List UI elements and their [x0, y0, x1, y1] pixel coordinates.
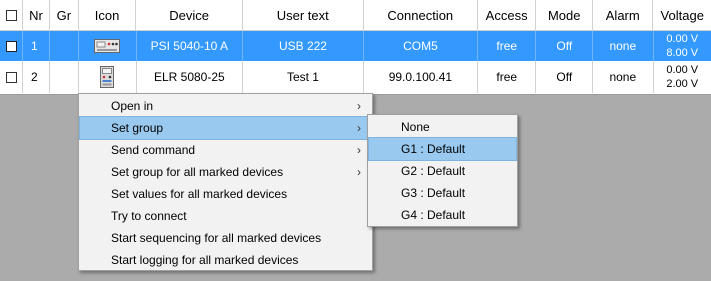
menu-item-set-values-all-marked[interactable]: Set values for all marked devices: [80, 183, 371, 205]
submenu-item-g1[interactable]: G1 : Default: [368, 137, 517, 161]
cell-alarm: none: [593, 61, 654, 93]
submenu-item-none[interactable]: None: [369, 116, 516, 138]
cell-device: PSI 5040-10 A: [137, 31, 244, 61]
cell-icon: [79, 31, 137, 61]
column-header-mode[interactable]: Mode: [536, 0, 594, 30]
menu-item-send-command[interactable]: Send command ›: [80, 139, 371, 161]
cell-gr: [50, 31, 80, 61]
column-header-user-text[interactable]: User text: [243, 0, 364, 30]
row-select-cell: [0, 31, 24, 61]
menu-item-label: Open in: [111, 99, 154, 113]
cell-nr: 1: [23, 31, 51, 61]
cell-gr: [50, 61, 80, 93]
menu-item-label: Try to connect: [111, 209, 187, 223]
cell-device: ELR 5080-25: [137, 61, 244, 93]
column-header-connection[interactable]: Connection: [364, 0, 478, 30]
power-supply-icon: [94, 39, 121, 53]
voltage-actual: 0.00 V: [666, 64, 699, 76]
cell-access: free: [478, 31, 537, 61]
column-header-gr[interactable]: Gr: [50, 0, 79, 30]
column-header-alarm[interactable]: Alarm: [593, 0, 654, 30]
submenu-item-g4[interactable]: G4 : Default: [369, 204, 516, 226]
cell-icon: [79, 61, 137, 93]
menu-item-start-logging[interactable]: Start logging for all marked devices: [80, 249, 371, 271]
column-header-access[interactable]: Access: [478, 0, 537, 30]
cell-mode: Off: [536, 31, 594, 61]
menu-item-open-in[interactable]: Open in ›: [80, 95, 371, 117]
cell-voltage: 0.00 V 8.00 V: [654, 31, 711, 61]
submenu-arrow-icon: ›: [357, 165, 361, 179]
menu-item-label: Set group: [111, 121, 164, 135]
menu-item-label: Set values for all marked devices: [111, 187, 288, 201]
table-header: Nr Gr Icon Device User text Connection A…: [0, 0, 711, 31]
cell-connection: COM5: [364, 31, 478, 61]
electronic-load-icon: [100, 66, 115, 88]
column-header-icon[interactable]: Icon: [79, 0, 137, 30]
row-checkbox[interactable]: [5, 40, 17, 52]
cell-access: free: [478, 61, 537, 93]
menu-item-set-group[interactable]: Set group ›: [79, 116, 372, 140]
cell-mode: Off: [536, 61, 594, 93]
cell-user-text: USB 222: [243, 31, 364, 61]
select-all-header: [0, 0, 24, 30]
device-table: Nr Gr Icon Device User text Connection A…: [0, 0, 711, 95]
menu-item-set-group-all-marked[interactable]: Set group for all marked devices ›: [80, 161, 371, 183]
row-checkbox[interactable]: [5, 71, 17, 83]
table-row[interactable]: 2 ELR 5080-25 Test 1 99.0.100.41 free Of…: [0, 61, 711, 93]
cell-nr: 2: [23, 61, 51, 93]
column-header-device[interactable]: Device: [136, 0, 243, 30]
menu-item-label: Start sequencing for all marked devices: [111, 231, 322, 245]
submenu-item-g3[interactable]: G3 : Default: [369, 182, 516, 204]
context-menu: Open in › Set group › Send command › Set…: [78, 93, 373, 271]
row-select-cell: [0, 61, 24, 93]
group-submenu: None G1 : Default G2 : Default G3 : Defa…: [367, 114, 518, 227]
column-header-voltage[interactable]: Voltage: [653, 0, 711, 30]
menu-item-try-to-connect[interactable]: Try to connect: [80, 205, 371, 227]
column-header-nr[interactable]: Nr: [23, 0, 50, 30]
cell-alarm: none: [593, 31, 654, 61]
submenu-arrow-icon: ›: [357, 143, 361, 157]
submenu-arrow-icon: ›: [357, 121, 361, 135]
voltage-actual: 0.00 V: [666, 33, 699, 45]
menu-item-label: Set group for all marked devices: [111, 165, 284, 179]
cell-connection: 99.0.100.41: [364, 61, 478, 93]
cell-user-text: Test 1: [243, 61, 364, 93]
submenu-arrow-icon: ›: [357, 99, 361, 113]
select-all-checkbox[interactable]: [5, 9, 17, 21]
menu-item-label: Start logging for all marked devices: [111, 253, 299, 267]
submenu-item-g2[interactable]: G2 : Default: [369, 160, 516, 182]
menu-item-start-sequencing[interactable]: Start sequencing for all marked devices: [80, 227, 371, 249]
menu-item-label: Send command: [111, 143, 196, 157]
voltage-set: 2.00 V: [666, 78, 699, 90]
voltage-set: 8.00 V: [666, 47, 699, 59]
cell-voltage: 0.00 V 2.00 V: [654, 61, 711, 93]
table-row[interactable]: 1 PSI 5040-10 A USB 222 COM5 free Off no…: [0, 31, 711, 61]
